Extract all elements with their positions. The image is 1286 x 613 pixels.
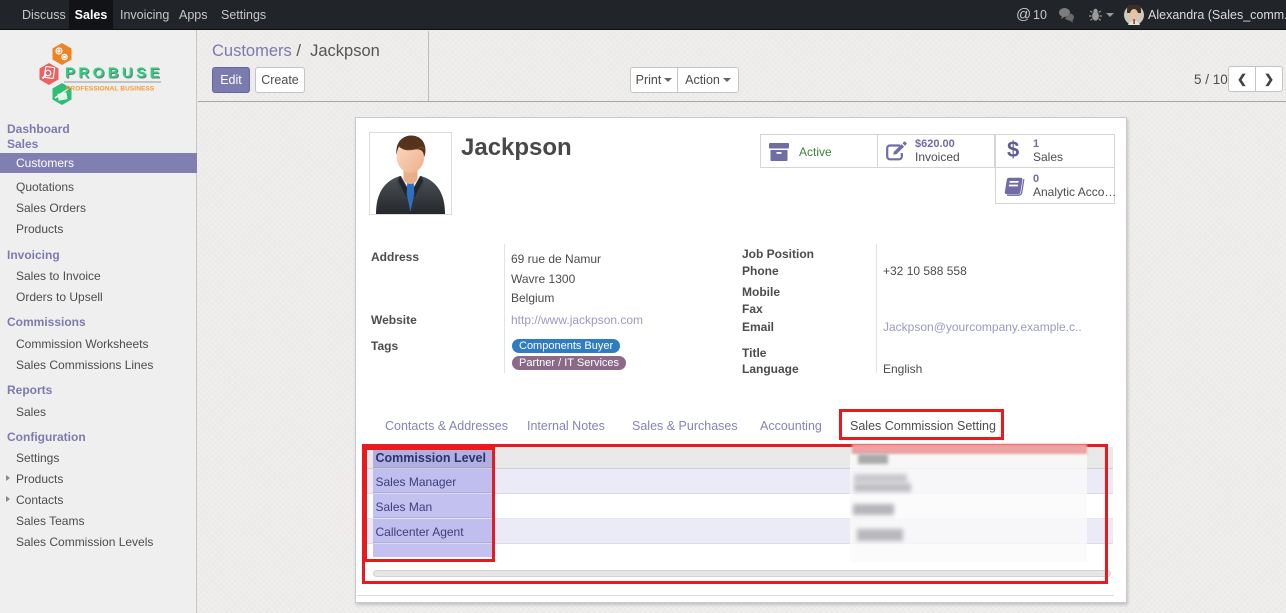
svg-text:PROBUSE: PROBUSE (65, 65, 163, 82)
svg-text:PROFESSIONAL BUSINESS: PROFESSIONAL BUSINESS (66, 86, 155, 93)
